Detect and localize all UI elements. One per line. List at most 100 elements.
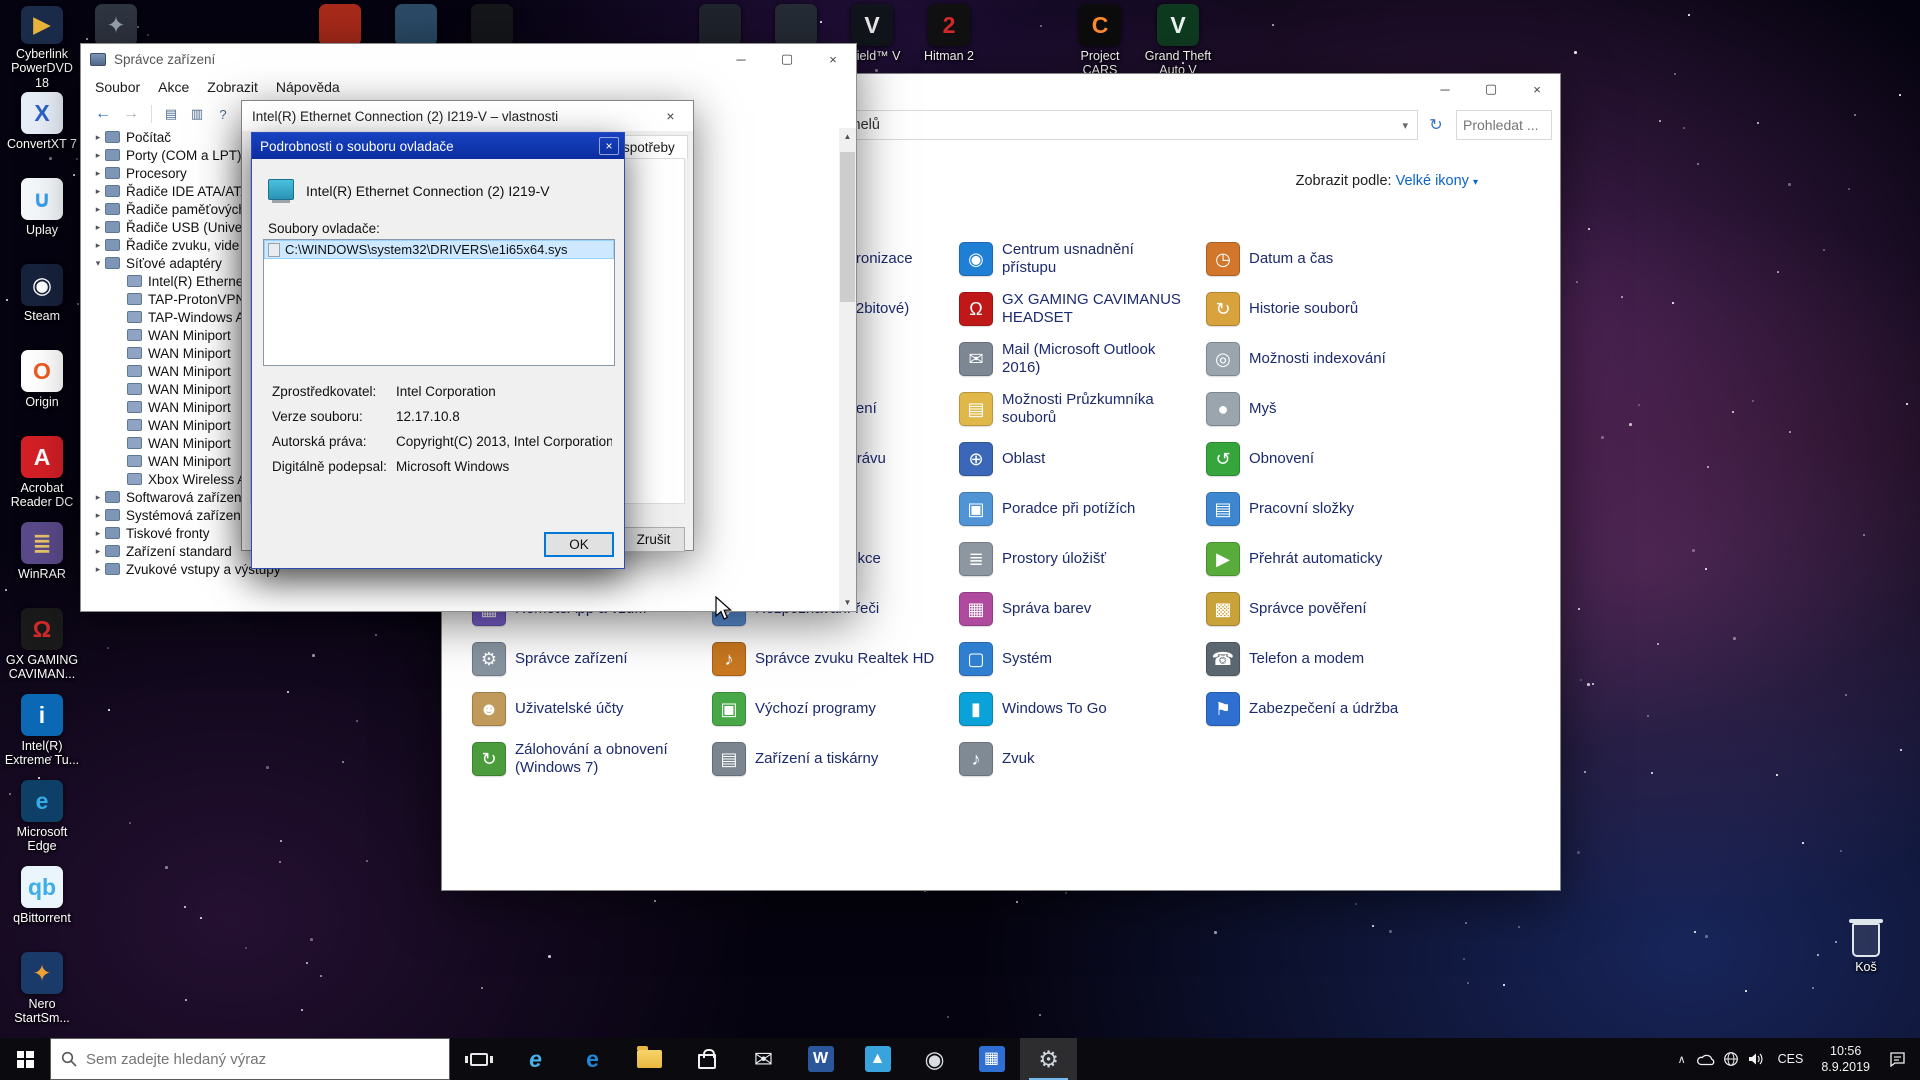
taskbar-app-word[interactable]: W	[792, 1038, 849, 1080]
desktop-icon[interactable]: qbqBittorrent	[2, 864, 82, 950]
taskbar-app-internet-explorer[interactable]: e	[507, 1038, 564, 1080]
network-icon[interactable]	[1719, 1051, 1744, 1067]
desktop-icon[interactable]: ◉Steam	[2, 262, 82, 348]
taskbar-app-edge[interactable]: e	[564, 1038, 621, 1080]
tree-expander-icon[interactable]: ▸	[91, 222, 105, 233]
control-panel-item[interactable]: ⚑Zabezpečení a údržba	[1206, 684, 1444, 734]
desktop-icon[interactable]: ≣WinRAR	[2, 520, 82, 606]
view-by-dropdown-icon[interactable]: ▾	[1473, 177, 1478, 188]
driver-file-row-selected[interactable]: C:\WINDOWS\system32\DRIVERS\e1i65x64.sys	[264, 240, 614, 259]
taskbar-app-device-manager[interactable]: ⚙	[1020, 1038, 1077, 1080]
control-panel-item[interactable]: ≣Prostory úložišť	[959, 534, 1197, 584]
desktop-icon[interactable]: ΩGX GAMING CAVIMAN...	[2, 606, 82, 692]
control-panel-item[interactable]: ▤Pracovní složky	[1206, 484, 1444, 534]
recycle-bin[interactable]: Koš	[1828, 923, 1904, 974]
tree-expander-icon[interactable]: ▸	[91, 132, 105, 143]
control-panel-item[interactable]: ▣Poradce při potížích	[959, 484, 1197, 534]
control-panel-item[interactable]: ▤Zařízení a tiskárny	[712, 734, 950, 784]
menu-item-zobrazit[interactable]: Zobrazit	[198, 79, 267, 95]
back-icon[interactable]: ←	[95, 105, 111, 123]
tree-expander-icon[interactable]: ▸	[91, 492, 105, 503]
control-panel-item[interactable]: ▶Přehrát automaticky	[1206, 534, 1444, 584]
control-panel-item[interactable]: ⚙Správce zařízení	[472, 634, 710, 684]
control-panel-item[interactable]: ▮Windows To Go	[959, 684, 1197, 734]
forward-icon[interactable]: →	[123, 105, 139, 123]
control-panel-item[interactable]: ▢Systém	[959, 634, 1197, 684]
action-center-icon[interactable]	[1879, 1051, 1915, 1067]
control-panel-item[interactable]: ⊕Oblast	[959, 434, 1197, 484]
menu-item-akce[interactable]: Akce	[149, 79, 198, 95]
close-button[interactable]: ×	[810, 44, 856, 74]
control-panel-item[interactable]: ↺Obnovení	[1206, 434, 1444, 484]
control-panel-item[interactable]: ♪Zvuk	[959, 734, 1197, 784]
tab-power-management[interactable]: spotřeby	[616, 135, 688, 159]
control-panel-item[interactable]: ☻Uživatelské účty	[472, 684, 710, 734]
control-panel-item[interactable]: ▣Výchozí programy	[712, 684, 950, 734]
minimize-button[interactable]: ─	[1422, 74, 1468, 104]
desktop-icon[interactable]: ✦Nero StartSm...	[2, 950, 82, 1036]
device-manager-titlebar[interactable]: Správce zařízení ─ ▢ ×	[81, 44, 856, 74]
dialog-titlebar[interactable]: Intel(R) Ethernet Connection (2) I219-V …	[242, 101, 693, 131]
view-by-value-link[interactable]: Velké ikony	[1396, 173, 1469, 189]
console-tree-icon[interactable]: ▤	[159, 103, 183, 125]
tree-expander-icon[interactable]: ▸	[91, 528, 105, 539]
maximize-button[interactable]: ▢	[764, 44, 810, 74]
taskbar-app-photos-app[interactable]: ▦	[963, 1038, 1020, 1080]
control-panel-item[interactable]: ♪Správce zvuku Realtek HD	[712, 634, 950, 684]
tree-scrollbar[interactable]: ▲ ▼	[839, 128, 856, 611]
close-button[interactable]: ×	[599, 137, 619, 155]
search-box[interactable]	[1456, 110, 1552, 140]
scroll-down-icon[interactable]: ▼	[839, 594, 856, 611]
onedrive-cloud-icon[interactable]	[1694, 1053, 1719, 1066]
refresh-button[interactable]: ↻	[1422, 110, 1450, 140]
desktop-icon[interactable]: OOrigin	[2, 348, 82, 434]
maximize-button[interactable]: ▢	[1468, 74, 1514, 104]
tray-overflow-chevron-icon[interactable]: ∧	[1670, 1053, 1694, 1066]
control-panel-item[interactable]: ΩGX GAMING CAVIMANUS HEADSET	[959, 284, 1197, 334]
taskbar-app-photos[interactable]: ▲	[849, 1038, 906, 1080]
taskbar-clock[interactable]: 10:56 8.9.2019	[1812, 1043, 1879, 1076]
driver-files-list[interactable]: C:\WINDOWS\system32\DRIVERS\e1i65x64.sys	[263, 239, 615, 366]
control-panel-item[interactable]: ▩Správce pověření	[1206, 584, 1444, 634]
menu-item-nápověda[interactable]: Nápověda	[267, 79, 349, 95]
tree-expander-icon[interactable]: ▸	[91, 204, 105, 215]
tree-expander-icon[interactable]: ▸	[91, 186, 105, 197]
control-panel-item[interactable]: ▦Správa barev	[959, 584, 1197, 634]
properties-icon[interactable]: ▥	[185, 103, 209, 125]
tree-expander-icon[interactable]: ▸	[91, 546, 105, 557]
start-button[interactable]	[0, 1038, 50, 1080]
ok-button[interactable]: OK	[544, 532, 614, 557]
control-panel-item[interactable]: ↻Historie souborů	[1206, 284, 1444, 334]
desktop-icon[interactable]: eMicrosoft Edge	[2, 778, 82, 864]
desktop-icon[interactable]: ∪Uplay	[2, 176, 82, 262]
desktop-icon[interactable]: AAcrobat Reader DC	[2, 434, 82, 520]
taskbar-app-screenshot-tool[interactable]: ◉	[906, 1038, 963, 1080]
scroll-up-icon[interactable]: ▲	[839, 128, 856, 145]
task-view-button[interactable]	[450, 1038, 507, 1080]
dialog-titlebar[interactable]: Podrobnosti o souboru ovladače ×	[252, 133, 624, 159]
tree-expander-icon[interactable]: ▸	[91, 564, 105, 575]
close-button[interactable]: ×	[648, 101, 693, 131]
taskbar-search-box[interactable]	[50, 1038, 450, 1080]
tree-expander-icon[interactable]: ▸	[91, 510, 105, 521]
volume-icon[interactable]	[1744, 1052, 1769, 1066]
minimize-button[interactable]: ─	[718, 44, 764, 74]
cancel-button[interactable]: Zrušit	[622, 527, 685, 552]
close-button[interactable]: ×	[1514, 74, 1560, 104]
control-panel-item[interactable]: ☎Telefon a modem	[1206, 634, 1444, 684]
taskbar-app-store[interactable]	[678, 1038, 735, 1080]
desktop-icon[interactable]: iIntel(R) Extreme Tu...	[2, 692, 82, 778]
control-panel-item[interactable]: ↻Zálohování a obnovení (Windows 7)	[472, 734, 710, 784]
taskbar-search-input[interactable]	[86, 1051, 439, 1068]
control-panel-item[interactable]: ✉Mail (Microsoft Outlook 2016)	[959, 334, 1197, 384]
control-panel-item[interactable]: ◷Datum a čas	[1206, 234, 1444, 284]
tree-expander-icon[interactable]: ▾	[91, 258, 105, 269]
tree-expander-icon[interactable]: ▸	[91, 168, 105, 179]
control-panel-item[interactable]: ◉Centrum usnadnění přístupu	[959, 234, 1197, 284]
menu-item-soubor[interactable]: Soubor	[86, 79, 149, 95]
search-input[interactable]	[1463, 111, 1551, 139]
scrollbar-thumb[interactable]	[840, 152, 855, 302]
control-panel-item[interactable]: ▤Možnosti Průzkumníka souborů	[959, 384, 1197, 434]
address-dropdown-icon[interactable]: ▾	[1393, 119, 1417, 132]
help-icon[interactable]: ?	[211, 103, 235, 125]
